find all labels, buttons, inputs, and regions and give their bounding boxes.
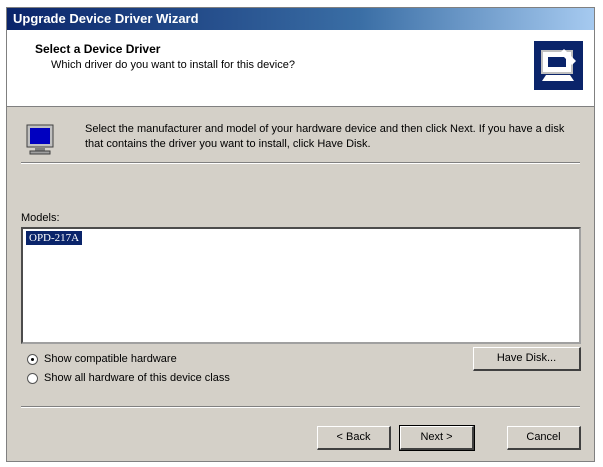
radio-button-selected[interactable] (27, 353, 38, 365)
radio-show-all[interactable]: Show all hardware of this device class (27, 372, 230, 384)
title-bar: Upgrade Device Driver Wizard (7, 8, 594, 30)
radio-show-compatible[interactable]: Show compatible hardware (27, 353, 177, 365)
next-button[interactable]: Next > (399, 425, 475, 451)
radio-label-compatible: Show compatible hardware (44, 353, 177, 365)
wizard-icon (534, 41, 583, 90)
wizard-window: Upgrade Device Driver Wizard Select a De… (6, 7, 595, 462)
header-subtitle: Which driver do you want to install for … (51, 59, 295, 71)
intro-text: Select the manufacturer and model of you… (85, 123, 565, 150)
list-item[interactable]: OPD-217A (26, 231, 83, 245)
monitor-icon (25, 123, 57, 162)
cancel-button[interactable]: Cancel (507, 426, 581, 450)
models-listbox[interactable]: OPD-217A (21, 227, 581, 344)
models-label: Models: (21, 212, 60, 224)
radio-label-all: Show all hardware of this device class (44, 372, 230, 384)
divider (21, 162, 580, 164)
radio-button[interactable] (27, 372, 38, 384)
back-button[interactable]: < Back (317, 426, 391, 450)
window-title: Upgrade Device Driver Wizard (13, 11, 199, 26)
wizard-header: Select a Device Driver Which driver do y… (7, 30, 594, 107)
divider (21, 406, 580, 408)
header-title: Select a Device Driver (35, 42, 161, 56)
have-disk-button[interactable]: Have Disk... (473, 347, 581, 371)
